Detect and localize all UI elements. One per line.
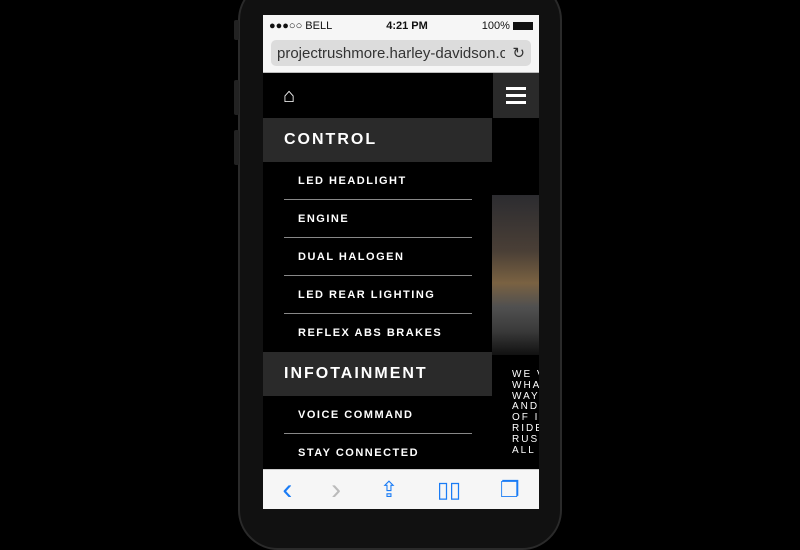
status-bar: ●●●○○ BELL 4:21 PM 100%: [263, 15, 539, 37]
intro-text: WE V WHA WAY AND OF I RIDE RUSI ALL: [512, 370, 539, 456]
share-icon[interactable]: ⇪: [380, 477, 398, 503]
menu-item[interactable]: DUAL HALOGEN: [284, 238, 472, 276]
side-menu: CONTROL LED HEADLIGHT ENGINE DUAL HALOGE…: [263, 118, 492, 469]
menu-section-infotainment[interactable]: INFOTAINMENT: [263, 352, 492, 396]
bookmarks-icon[interactable]: ▯▯: [437, 477, 461, 503]
browser-toolbar: ‹ › ⇪ ▯▯ ❐: [263, 469, 539, 509]
menu-item[interactable]: LED HEADLIGHT: [284, 162, 472, 200]
url-field[interactable]: projectrushmore.harley-davidson.com ↻: [271, 40, 531, 66]
menu-item[interactable]: VOICE COMMAND: [284, 396, 472, 434]
volume-up-button: [234, 80, 239, 115]
forward-button[interactable]: ›: [331, 473, 341, 507]
volume-down-button: [234, 130, 239, 165]
mute-switch: [234, 20, 239, 40]
time: 4:21 PM: [386, 20, 428, 32]
back-button[interactable]: ‹: [282, 473, 292, 507]
battery: 100%: [482, 20, 533, 32]
battery-icon: [513, 22, 533, 31]
home-icon[interactable]: ⌂: [283, 85, 295, 108]
menu-item[interactable]: LED REAR LIGHTING: [284, 276, 472, 314]
menu-item[interactable]: ENGINE: [284, 200, 472, 238]
screen: ●●●○○ BELL 4:21 PM 100% projectrushmore.…: [263, 15, 539, 509]
reload-icon[interactable]: ↻: [512, 44, 525, 62]
site-nav: ⌂: [263, 73, 539, 118]
motorcycle-photo: [492, 195, 539, 355]
menu-item[interactable]: STAY CONNECTED: [284, 434, 472, 472]
menu-item[interactable]: REFLEX ABS BRAKES: [284, 314, 472, 352]
carrier: ●●●○○ BELL: [269, 20, 333, 32]
hamburger-icon[interactable]: [493, 73, 539, 118]
page-content: WE V WHA WAY AND OF I RIDE RUSI ALL: [492, 118, 539, 469]
menu-section-control[interactable]: CONTROL: [263, 118, 492, 162]
tabs-icon[interactable]: ❐: [500, 477, 520, 503]
address-bar: projectrushmore.harley-davidson.com ↻: [263, 37, 539, 73]
